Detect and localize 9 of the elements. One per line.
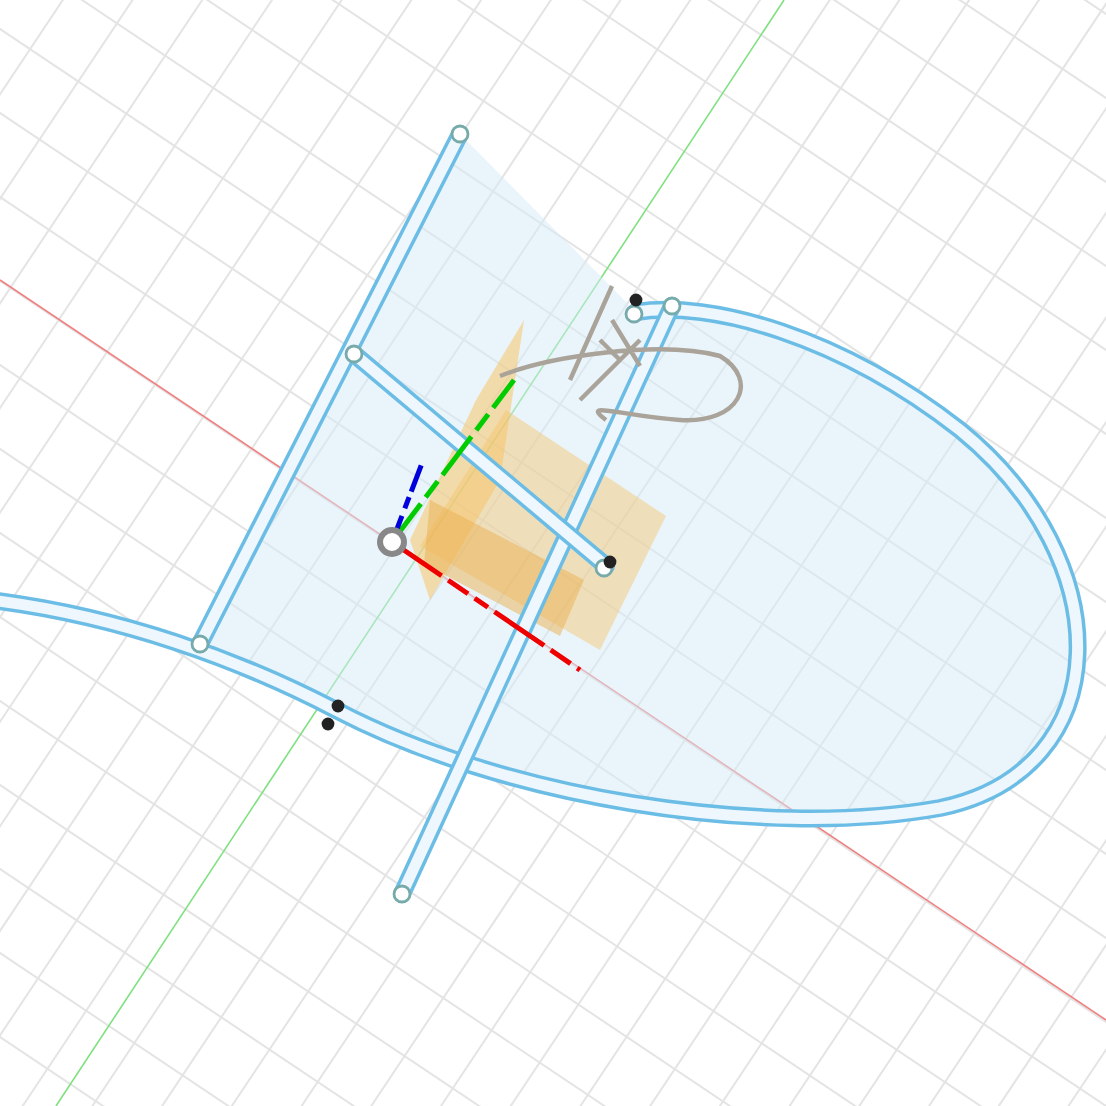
sketch-point: [321, 717, 335, 731]
sketch-point: [344, 344, 364, 364]
sketch-point: [331, 699, 345, 713]
sketch-point: [392, 884, 412, 904]
sketch-point: [190, 634, 210, 654]
origin-point[interactable]: [377, 527, 407, 557]
sketch-point: [662, 296, 682, 316]
sketch-point: [450, 124, 470, 144]
sketch-point: [624, 304, 644, 324]
